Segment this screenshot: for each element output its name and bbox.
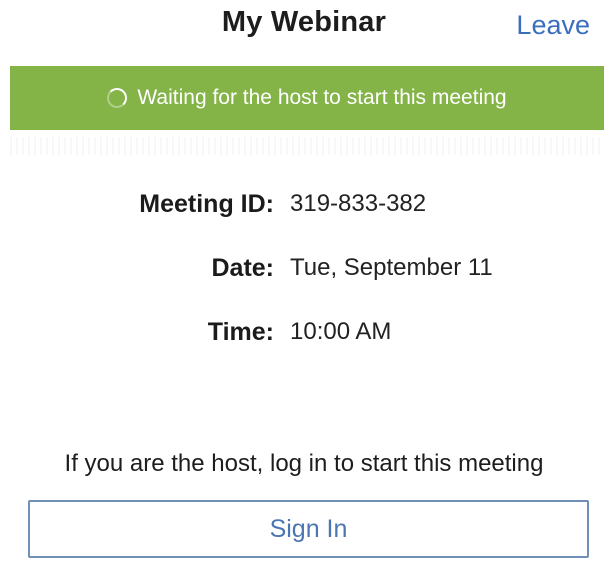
meeting-id-row: Meeting ID: 319-833-382	[0, 190, 608, 230]
meeting-date-label: Date:	[211, 254, 274, 282]
meeting-date-value: Tue, September 11	[290, 254, 493, 281]
loading-spinner-icon	[107, 88, 128, 108]
leave-button[interactable]: Leave	[516, 10, 590, 41]
header: My Webinar Leave	[0, 0, 608, 58]
meeting-time-label: Time:	[207, 318, 274, 346]
host-login-hint: If you are the host, log in to start thi…	[64, 450, 544, 477]
meeting-time-row: Time: 10:00 AM	[0, 318, 608, 358]
sign-in-button-label: Sign In	[269, 514, 348, 543]
meeting-time-value: 10:00 AM	[290, 318, 392, 345]
meeting-date-row: Date: Tue, September 11	[0, 254, 608, 294]
meeting-id-label: Meeting ID:	[139, 190, 274, 218]
waiting-status-text: Waiting for the host to start this meeti…	[137, 86, 507, 109]
sign-in-button[interactable]: Sign In	[28, 500, 589, 558]
scan-artifact-strip	[10, 137, 604, 155]
webinar-waiting-screen: My Webinar Leave Waiting for the host to…	[0, 0, 608, 563]
waiting-status-banner: Waiting for the host to start this meeti…	[10, 66, 604, 130]
meeting-id-value: 319-833-382	[290, 190, 427, 217]
